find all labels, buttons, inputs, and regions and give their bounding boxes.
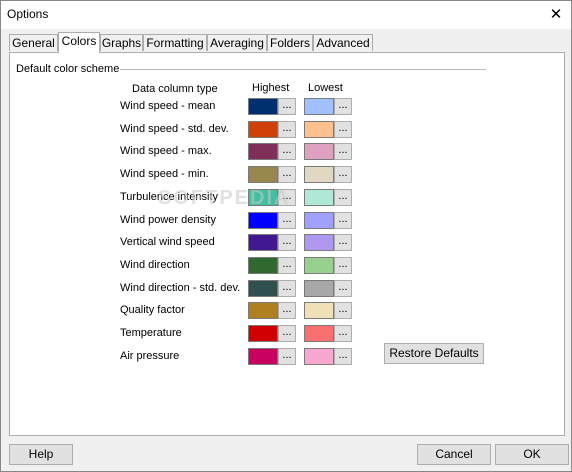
row-label: Vertical wind speed [120, 236, 215, 249]
tab-folders[interactable]: Folders [267, 34, 313, 51]
highest-color-picker-button[interactable]: ... [278, 143, 296, 161]
color-row: Wind direction - std. dev....... [10, 278, 560, 298]
highest-color-picker-button[interactable]: ... [278, 234, 296, 252]
highest-color-picker-button[interactable]: ... [278, 256, 296, 274]
color-row: Temperature...... [10, 323, 560, 343]
row-label: Wind speed - mean [120, 100, 216, 112]
row-label: Air pressure [120, 349, 180, 362]
color-row: Vertical wind speed...... [10, 232, 560, 252]
group-divider [120, 69, 486, 70]
row-label: Wind direction [120, 258, 190, 271]
lowest-color-picker-button[interactable]: ... [334, 211, 352, 229]
highest-color-swatch[interactable] [248, 143, 278, 161]
highest-color-swatch[interactable] [248, 211, 278, 229]
tab-averaging[interactable]: Averaging [207, 34, 267, 51]
highest-color-swatch[interactable] [248, 98, 278, 115]
ok-button[interactable]: OK [495, 444, 569, 465]
highest-color-picker-button[interactable]: ... [278, 302, 296, 320]
options-dialog: Options ✕ General Colors Graphs Formatti… [0, 0, 572, 472]
colors-panel: Default color scheme Data column type Hi… [9, 52, 565, 436]
highest-color-swatch[interactable] [248, 325, 278, 342]
lowest-color-swatch[interactable] [304, 325, 334, 342]
lowest-color-picker-button[interactable]: ... [334, 279, 352, 297]
lowest-color-picker-button[interactable]: ... [334, 325, 352, 342]
highest-color-picker-button[interactable]: ... [278, 325, 296, 342]
lowest-color-swatch[interactable] [304, 279, 334, 297]
close-icon[interactable]: ✕ [541, 1, 571, 29]
highest-color-picker-button[interactable]: ... [278, 211, 296, 229]
highest-color-picker-button[interactable]: ... [278, 120, 296, 138]
color-row: Wind speed - std. dev....... [10, 119, 560, 139]
column-header-type: Data column type [132, 83, 218, 95]
row-label: Wind power density [120, 213, 216, 226]
lowest-color-picker-button[interactable]: ... [334, 166, 352, 184]
color-row: Wind speed - min....... [10, 164, 560, 184]
highest-color-picker-button[interactable]: ... [278, 98, 296, 115]
lowest-color-swatch[interactable] [304, 120, 334, 138]
row-label: Quality factor [120, 304, 185, 317]
lowest-color-picker-button[interactable]: ... [334, 98, 352, 115]
color-row: Quality factor...... [10, 300, 560, 320]
highest-color-picker-button[interactable]: ... [278, 279, 296, 297]
highest-color-swatch[interactable] [248, 256, 278, 274]
lowest-color-picker-button[interactable]: ... [334, 188, 352, 206]
highest-color-swatch[interactable] [248, 234, 278, 252]
lowest-color-swatch[interactable] [304, 302, 334, 320]
highest-color-picker-button[interactable]: ... [278, 347, 296, 365]
row-label: Wind direction - std. dev. [120, 281, 241, 294]
tab-formatting[interactable]: Formatting [143, 34, 207, 51]
help-button[interactable]: Help [9, 444, 73, 465]
group-title: Default color scheme [16, 63, 120, 75]
color-row: Wind speed - max....... [10, 141, 560, 161]
row-label: Temperature [120, 327, 182, 339]
lowest-color-picker-button[interactable]: ... [334, 143, 352, 161]
lowest-color-swatch[interactable] [304, 166, 334, 184]
row-label: Wind speed - max. [120, 145, 212, 158]
lowest-color-picker-button[interactable]: ... [334, 234, 352, 252]
highest-color-swatch[interactable] [248, 302, 278, 320]
cancel-button[interactable]: Cancel [417, 444, 491, 465]
tab-graphs[interactable]: Graphs [100, 34, 143, 51]
lowest-color-picker-button[interactable]: ... [334, 347, 352, 365]
restore-defaults-button[interactable]: Restore Defaults [384, 343, 484, 364]
column-header-highest: Highest [252, 82, 290, 94]
window-title: Options [7, 7, 49, 21]
lowest-color-swatch[interactable] [304, 188, 334, 206]
column-header-lowest: Lowest [308, 82, 343, 94]
lowest-color-swatch[interactable] [304, 234, 334, 252]
color-row: Wind power density...... [10, 210, 560, 230]
tab-advanced[interactable]: Advanced [313, 34, 373, 51]
color-row: Wind speed - mean...... [10, 96, 560, 116]
highest-color-picker-button[interactable]: ... [278, 166, 296, 184]
lowest-color-picker-button[interactable]: ... [334, 302, 352, 320]
row-label: Wind speed - min. [120, 168, 209, 181]
tab-general[interactable]: General [9, 34, 58, 51]
title-bar: Options ✕ [1, 1, 571, 29]
highest-color-swatch[interactable] [248, 347, 278, 365]
lowest-color-swatch[interactable] [304, 211, 334, 229]
lowest-color-swatch[interactable] [304, 347, 334, 365]
highest-color-swatch[interactable] [248, 279, 278, 297]
lowest-color-swatch[interactable] [304, 143, 334, 161]
color-row: Wind direction...... [10, 255, 560, 275]
lowest-color-swatch[interactable] [304, 98, 334, 115]
tab-colors[interactable]: Colors [58, 32, 100, 53]
row-label: Wind speed - std. dev. [120, 122, 229, 135]
lowest-color-picker-button[interactable]: ... [334, 256, 352, 274]
highest-color-swatch[interactable] [248, 166, 278, 184]
lowest-color-picker-button[interactable]: ... [334, 120, 352, 138]
highest-color-swatch[interactable] [248, 120, 278, 138]
lowest-color-swatch[interactable] [304, 256, 334, 274]
watermark-text: SOFTPEDIA [158, 187, 291, 209]
